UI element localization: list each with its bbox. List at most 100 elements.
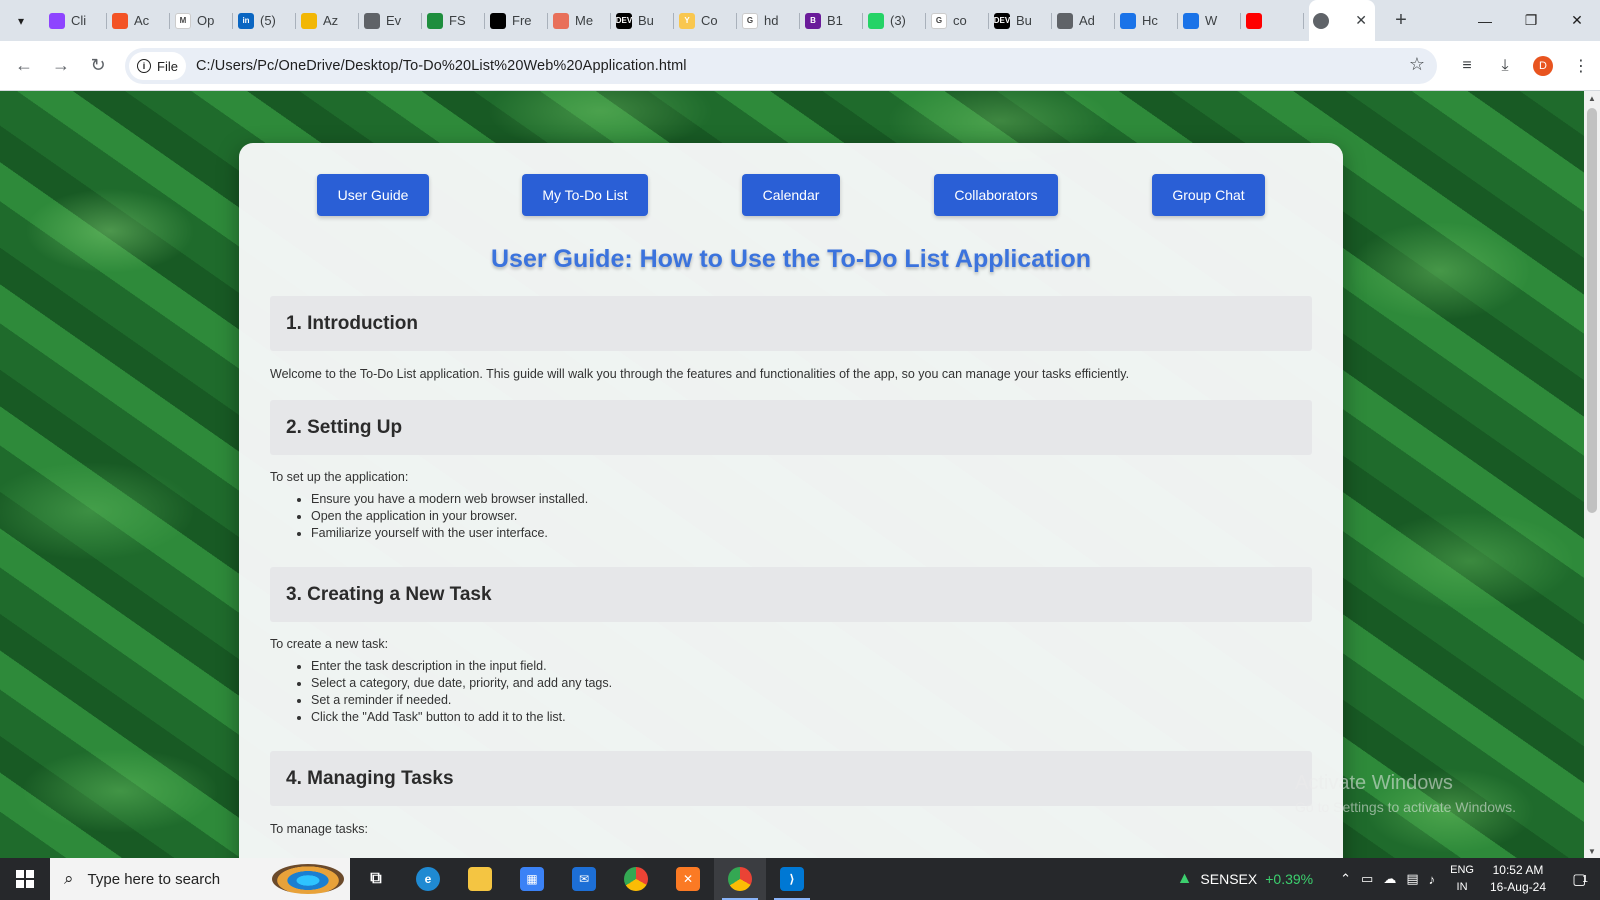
site-info-chip[interactable]: i File xyxy=(129,52,186,80)
browser-tab[interactable]: Gco xyxy=(927,0,990,41)
tab-favicon-icon xyxy=(427,12,443,29)
browser-tab[interactable]: Ghd xyxy=(738,0,801,41)
stock-widget[interactable]: ▲ SENSEX +0.39% xyxy=(1177,870,1314,888)
taskbar-file-explorer[interactable] xyxy=(454,858,506,900)
chrome-icon xyxy=(624,867,648,891)
network-icon[interactable]: ▤ xyxy=(1406,871,1418,887)
nav-calendar-button[interactable]: Calendar xyxy=(742,174,840,216)
language-indicator[interactable]: ENG IN xyxy=(1450,862,1474,896)
page-scrollbar[interactable]: ▲ ▼ xyxy=(1584,91,1600,858)
scroll-up-icon[interactable]: ▲ xyxy=(1584,91,1600,105)
profile-button[interactable]: D xyxy=(1524,48,1562,84)
taskbar-chrome[interactable] xyxy=(610,858,662,900)
browser-tab[interactable]: Ev xyxy=(360,0,423,41)
tab-label: hd xyxy=(764,13,779,28)
nav-user-guide-button[interactable]: User Guide xyxy=(317,174,429,216)
forward-arrow-icon[interactable]: → xyxy=(43,48,79,84)
clock-time: 10:52 AM xyxy=(1492,863,1544,877)
browser-tab[interactable] xyxy=(1242,0,1305,41)
browser-tab-strip: ▾ Cli Ac M Op in (5) Az Ev FS Fre Me DEV Bu Y Co Ghd B B1… xyxy=(0,0,1600,41)
taskbar-xampp[interactable]: ✕ xyxy=(662,858,714,900)
address-bar[interactable]: i File C:/Users/Pc/OneDrive/Desktop/To-D… xyxy=(125,48,1437,84)
globe-icon xyxy=(1313,12,1329,29)
chevron-up-icon[interactable]: ⌃ xyxy=(1340,871,1351,887)
nav-my-todo-list-button[interactable]: My To-Do List xyxy=(522,174,648,216)
nav-collaborators-button[interactable]: Collaborators xyxy=(934,174,1058,216)
close-tab-icon[interactable]: ✕ xyxy=(1355,12,1367,29)
xampp-icon: ✕ xyxy=(676,867,700,891)
browser-tab[interactable]: DEV Bu xyxy=(612,0,675,41)
app-nav: User Guide My To-Do List Calendar Collab… xyxy=(239,174,1343,216)
notification-center-button[interactable]: ▢ 1 xyxy=(1560,858,1600,900)
tab-label: Co xyxy=(701,13,718,28)
taskbar-edge[interactable]: e xyxy=(402,858,454,900)
info-icon: i xyxy=(137,59,151,73)
restore-button[interactable]: ❐ xyxy=(1508,0,1554,41)
tab-favicon-icon xyxy=(1057,12,1073,29)
browser-tab[interactable]: in (5) xyxy=(234,0,297,41)
tab-label: Hc xyxy=(1142,13,1158,28)
back-arrow-icon[interactable]: ← xyxy=(6,48,42,84)
tab-favicon-icon xyxy=(364,12,380,29)
nav-group-chat-button[interactable]: Group Chat xyxy=(1152,174,1265,216)
scroll-down-icon[interactable]: ▼ xyxy=(1584,844,1600,858)
tab-label: Ev xyxy=(386,13,402,28)
tab-label: Fre xyxy=(512,13,532,28)
tab-favicon-icon: G xyxy=(742,12,758,29)
close-window-button[interactable]: ✕ xyxy=(1554,0,1600,41)
tab-favicon-icon xyxy=(1246,12,1262,29)
onedrive-icon[interactable]: ☁ xyxy=(1383,871,1396,887)
start-button[interactable] xyxy=(0,858,50,900)
tab-search-icon[interactable]: ▾ xyxy=(9,9,33,33)
tab-favicon-icon xyxy=(553,12,569,29)
active-tab[interactable]: ✕ xyxy=(1309,0,1375,41)
volume-icon[interactable]: ♪ xyxy=(1429,872,1436,887)
region-code: IN xyxy=(1456,881,1468,893)
taskbar-vscode[interactable]: ⟩ xyxy=(766,858,818,900)
chrome-profile-icon xyxy=(728,867,752,891)
taskbar-chrome-active[interactable] xyxy=(714,858,766,900)
taskbar-store[interactable]: ▦ xyxy=(506,858,558,900)
tab-favicon-icon xyxy=(112,12,128,29)
browser-tab[interactable]: M Op xyxy=(171,0,234,41)
download-icon[interactable]: ⤓ xyxy=(1486,48,1524,84)
browser-tab[interactable]: W xyxy=(1179,0,1242,41)
tab-favicon-icon: B xyxy=(805,12,821,29)
search-icon: ⌕ xyxy=(64,869,74,888)
browser-tab[interactable]: Ad xyxy=(1053,0,1116,41)
browser-tab[interactable]: (3) xyxy=(864,0,927,41)
browser-tab[interactable]: Cli xyxy=(45,0,108,41)
url-text[interactable]: C:/Users/Pc/OneDrive/Desktop/To-Do%20Lis… xyxy=(196,58,687,74)
bookmark-star-icon[interactable]: ☆ xyxy=(1409,54,1425,75)
taskbar-search-box[interactable]: ⌕ Type here to search xyxy=(50,858,350,900)
browser-tab[interactable]: Me xyxy=(549,0,612,41)
tab-label: Ac xyxy=(134,13,150,28)
tab-favicon-icon: DEV xyxy=(994,12,1010,29)
browser-tab[interactable]: Fre xyxy=(486,0,549,41)
manage-lead: To manage tasks: xyxy=(270,822,368,836)
browser-tab[interactable]: Az xyxy=(297,0,360,41)
minimize-button[interactable]: — xyxy=(1462,0,1508,41)
browser-tab[interactable]: B B1 xyxy=(801,0,864,41)
site-chip-label: File xyxy=(157,58,178,74)
task-view-button[interactable]: ⧉ xyxy=(350,858,402,900)
browser-tab[interactable]: Hc xyxy=(1116,0,1179,41)
browser-tab[interactable]: Y Co xyxy=(675,0,738,41)
browser-tab[interactable]: FS xyxy=(423,0,486,41)
new-tab-button[interactable]: + xyxy=(1387,7,1415,35)
clock[interactable]: 10:52 AM 16-Aug-24 xyxy=(1490,862,1546,896)
setup-list: Ensure you have a modern web browser ins… xyxy=(311,491,588,542)
language-code: ENG xyxy=(1450,864,1474,876)
browser-tab[interactable]: Ac xyxy=(108,0,171,41)
reload-icon[interactable]: ↻ xyxy=(80,48,116,84)
tab-label: Me xyxy=(575,13,594,28)
page-viewport: User Guide My To-Do List Calendar Collab… xyxy=(0,91,1584,858)
browser-tab[interactable]: DEV Bu xyxy=(990,0,1053,41)
taskbar-mail[interactable]: ✉ xyxy=(558,858,610,900)
tab-label: B1 xyxy=(827,13,843,28)
meet-now-icon[interactable]: ▭ xyxy=(1361,871,1373,887)
scroll-thumb[interactable] xyxy=(1587,108,1597,513)
more-menu-icon[interactable]: ⋮ xyxy=(1562,48,1600,84)
tab-favicon-icon: G xyxy=(931,12,947,29)
media-controls-icon[interactable]: ≡ xyxy=(1448,48,1486,84)
